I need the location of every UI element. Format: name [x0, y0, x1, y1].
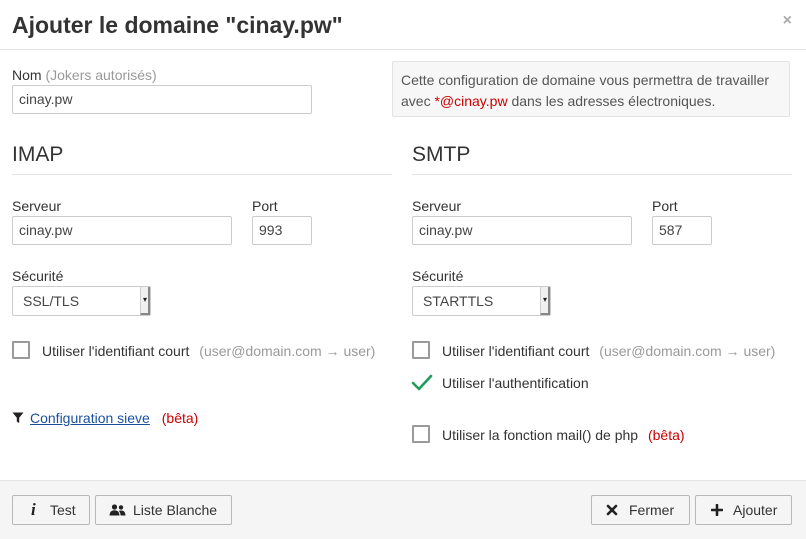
name-hint: (Jokers autorisés): [45, 67, 157, 83]
close-button-label: Fermer: [629, 502, 675, 518]
sieve-row: Configuration sieve (bêta): [12, 410, 198, 427]
imap-title: IMAP: [12, 143, 64, 166]
smtp-divider: [412, 174, 792, 175]
smtp-port-label: Port: [652, 198, 678, 214]
check-icon: [411, 374, 433, 391]
smtp-port-input[interactable]: 587: [652, 216, 712, 245]
imap-server-input[interactable]: cinay.pw: [12, 216, 232, 245]
name-label-row: Nom (Jokers autorisés): [12, 67, 157, 84]
test-button[interactable]: i Test: [12, 495, 90, 525]
imap-divider: [12, 174, 392, 175]
dialog-title: Ajouter le domaine "cinay.pw": [12, 12, 343, 38]
smtp-php-mail-row: Utiliser la fonction mail() de php (bêta…: [442, 427, 685, 444]
chevron-down-icon: ▾: [542, 295, 547, 304]
users-icon: [109, 504, 126, 516]
smtp-title: SMTP: [412, 143, 471, 166]
imap-server-label: Serveur: [12, 198, 62, 214]
add-button-label: Ajouter: [733, 502, 778, 518]
imap-short-login-checkbox[interactable]: [12, 341, 30, 359]
imap-port-label: Port: [252, 198, 278, 214]
smtp-short-login-hint: (user@domain.com → user): [599, 343, 776, 359]
smtp-short-login-label: Utiliser l'identifiant court: [442, 343, 590, 359]
chevron-down-icon: ▾: [142, 295, 147, 304]
plus-icon: [711, 504, 723, 516]
smtp-security-label: Sécurité: [412, 268, 464, 284]
dialog-header: Ajouter le domaine "cinay.pw" ×: [0, 0, 806, 50]
test-button-label: Test: [50, 502, 76, 518]
smtp-security-arrow[interactable]: ▾: [540, 287, 550, 315]
smtp-php-mail-label: Utiliser la fonction mail() de php: [442, 427, 639, 443]
imap-short-login-row: Utiliser l'identifiant court (user@domai…: [42, 343, 375, 360]
imap-security-value: SSL/TLS: [23, 293, 80, 309]
info-box: Cette configuration de domaine vous perm…: [392, 61, 790, 117]
close-button[interactable]: Fermer: [591, 495, 690, 525]
imap-security-label: Sécurité: [12, 268, 64, 284]
name-label: Nom: [12, 67, 42, 83]
sieve-config-link[interactable]: Configuration sieve: [30, 410, 150, 426]
domain-name-input[interactable]: cinay.pw: [12, 85, 312, 114]
imap-security-arrow[interactable]: ▾: [140, 287, 150, 315]
imap-security-select[interactable]: SSL/TLS ▾: [12, 286, 151, 316]
smtp-server-input[interactable]: cinay.pw: [412, 216, 632, 245]
smtp-php-mail-checkbox[interactable]: [412, 425, 430, 443]
add-button[interactable]: Ajouter: [695, 495, 792, 525]
info-highlight: *@cinay.pw: [434, 93, 508, 109]
smtp-security-select[interactable]: STARTTLS ▾: [412, 286, 551, 316]
imap-port-input[interactable]: 993: [252, 216, 312, 245]
smtp-security-value: STARTTLS: [423, 293, 494, 309]
sieve-beta-badge: (bêta): [161, 410, 199, 426]
smtp-short-login-row: Utiliser l'identifiant court (user@domai…: [442, 343, 775, 360]
dialog-footer: i Test Liste Blanche Fermer Ajouter: [0, 480, 806, 539]
info-text-after: dans les adresses électroniques.: [511, 93, 716, 109]
add-domain-dialog: Ajouter le domaine "cinay.pw" × Nom (Jok…: [0, 0, 806, 539]
whitelist-button[interactable]: Liste Blanche: [95, 495, 232, 525]
imap-short-login-label: Utiliser l'identifiant court: [42, 343, 190, 359]
info-icon: i: [31, 500, 36, 519]
imap-short-login-hint: (user@domain.com → user): [199, 343, 376, 359]
filter-icon: [12, 412, 24, 423]
whitelist-button-label: Liste Blanche: [133, 502, 218, 518]
smtp-php-mail-badge: (bêta): [647, 427, 685, 443]
smtp-auth-label: Utiliser l'authentification: [442, 375, 589, 391]
smtp-server-label: Serveur: [412, 198, 462, 214]
smtp-short-login-checkbox[interactable]: [412, 341, 430, 359]
times-icon: [606, 504, 618, 516]
close-icon[interactable]: ×: [783, 12, 792, 30]
smtp-auth-checkbox[interactable]: [411, 374, 433, 392]
